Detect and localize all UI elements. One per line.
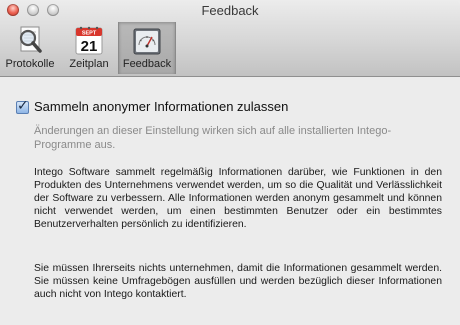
settings-pane: ✓ Sammeln anonymer Informationen zulasse…: [0, 77, 460, 325]
description-paragraph: Intego Software sammelt regelmäßig Infor…: [34, 167, 442, 230]
gauge-icon: [133, 28, 161, 55]
toolbar-item-label: Feedback: [122, 58, 172, 70]
toolbar-item-label: Zeitplan: [69, 58, 109, 70]
window-title: Feedback: [201, 3, 259, 18]
magnifier-document-icon: [19, 26, 42, 53]
calendar-month-text: SEPT: [82, 31, 97, 37]
checkmark-icon: ✓: [17, 97, 29, 113]
calendar-day-text: 21: [81, 38, 98, 55]
title-bar: Feedback Protokolle SEPT 21 Zeitplan Fee…: [0, 0, 460, 77]
calendar-icon: SEPT 21: [75, 26, 103, 55]
settings-hint-text: Änderungen an dieser Einstellung wirken …: [34, 125, 392, 151]
anonymous-data-checkbox-label[interactable]: Sammeln anonymer Informationen zulassen: [34, 99, 288, 114]
description-paragraph: Sie müssen Ihrerseits nichts unternehmen…: [34, 263, 442, 300]
toolbar-item-feedback[interactable]: Feedback: [118, 22, 176, 74]
toolbar: Protokolle SEPT 21 Zeitplan Feedback: [0, 22, 176, 74]
anonymous-data-checkbox[interactable]: ✓: [16, 97, 29, 114]
toolbar-item-protokolle[interactable]: Protokolle: [0, 22, 60, 74]
preferences-window: Feedback Protokolle SEPT 21 Zeitplan Fee…: [0, 0, 460, 325]
toolbar-item-zeitplan[interactable]: SEPT 21 Zeitplan: [60, 22, 118, 74]
toolbar-item-label: Protokolle: [5, 58, 55, 70]
